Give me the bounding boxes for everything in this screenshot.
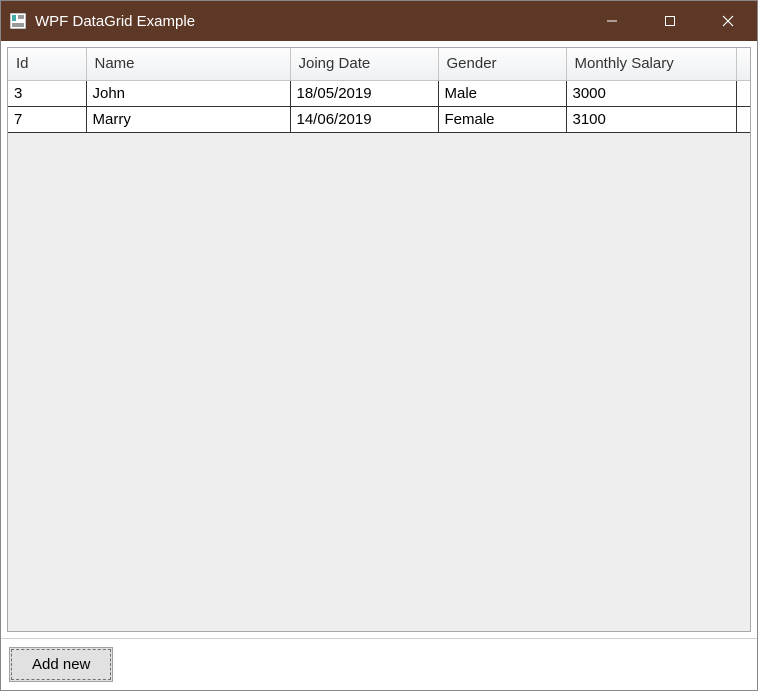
title-bar[interactable]: WPF DataGrid Example bbox=[1, 1, 757, 41]
cell-joining-date[interactable]: 18/05/2019 bbox=[290, 80, 438, 106]
cell-name[interactable]: Marry bbox=[86, 106, 290, 132]
datagrid[interactable]: Id Name Joing Date Gender Monthly Salary… bbox=[7, 47, 751, 632]
minimize-button[interactable] bbox=[583, 1, 641, 41]
cell-id[interactable]: 7 bbox=[8, 106, 86, 132]
cell-gender[interactable]: Male bbox=[438, 80, 566, 106]
add-new-button[interactable]: Add new bbox=[9, 647, 113, 682]
bottom-bar: Add new bbox=[1, 638, 757, 690]
cell-joining-date[interactable]: 14/06/2019 bbox=[290, 106, 438, 132]
column-header-filler bbox=[736, 48, 750, 80]
close-button[interactable] bbox=[699, 1, 757, 41]
column-header-id[interactable]: Id bbox=[8, 48, 86, 80]
header-row: Id Name Joing Date Gender Monthly Salary bbox=[8, 48, 750, 80]
cell-filler bbox=[736, 80, 750, 106]
content-area: Id Name Joing Date Gender Monthly Salary… bbox=[1, 41, 757, 690]
cell-filler bbox=[736, 106, 750, 132]
window-title: WPF DataGrid Example bbox=[35, 13, 583, 30]
close-icon bbox=[722, 15, 734, 27]
titlebar-controls bbox=[583, 1, 757, 41]
cell-id[interactable]: 3 bbox=[8, 80, 86, 106]
cell-salary[interactable]: 3000 bbox=[566, 80, 736, 106]
cell-gender[interactable]: Female bbox=[438, 106, 566, 132]
cell-salary[interactable]: 3100 bbox=[566, 106, 736, 132]
datagrid-empty-area[interactable] bbox=[8, 133, 750, 632]
column-header-name[interactable]: Name bbox=[86, 48, 290, 80]
column-header-gender[interactable]: Gender bbox=[438, 48, 566, 80]
app-icon bbox=[9, 12, 27, 30]
column-header-salary[interactable]: Monthly Salary bbox=[566, 48, 736, 80]
cell-name[interactable]: John bbox=[86, 80, 290, 106]
table-row[interactable]: 3 John 18/05/2019 Male 3000 bbox=[8, 80, 750, 106]
table-row[interactable]: 7 Marry 14/06/2019 Female 3100 bbox=[8, 106, 750, 132]
maximize-button[interactable] bbox=[641, 1, 699, 41]
minimize-icon bbox=[606, 15, 618, 27]
maximize-icon bbox=[664, 15, 676, 27]
column-header-joining-date[interactable]: Joing Date bbox=[290, 48, 438, 80]
